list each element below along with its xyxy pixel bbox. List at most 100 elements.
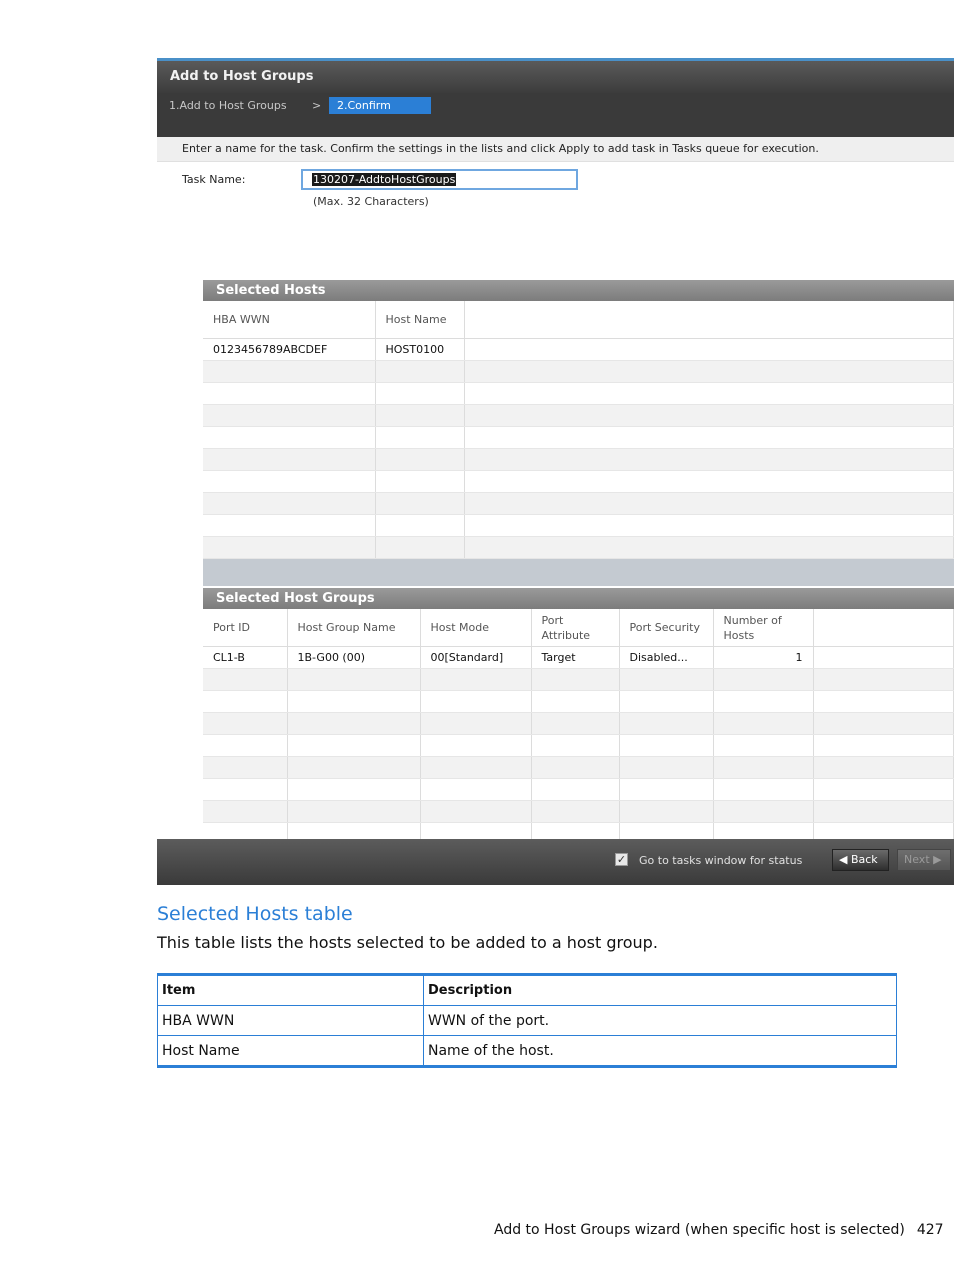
empty-cell xyxy=(203,426,376,449)
column-header-empty xyxy=(464,301,954,339)
empty-cell xyxy=(713,778,814,801)
table-row: Host Name Name of the host. xyxy=(157,1035,897,1067)
task-name-value: 130207-AddtoHostGroups xyxy=(312,173,457,186)
empty-cell xyxy=(420,756,532,779)
cell-host-name: HOST0100 xyxy=(375,338,465,361)
empty-cell xyxy=(619,712,714,735)
empty-cell xyxy=(464,448,954,471)
empty-cell xyxy=(203,690,288,713)
empty-cell xyxy=(420,800,532,823)
cell-item: HBA WWN xyxy=(157,1005,424,1036)
empty-cell xyxy=(464,470,954,493)
column-header-port-attribute[interactable]: Port Attribute xyxy=(531,609,620,647)
empty-cell xyxy=(813,690,954,713)
go-to-tasks-checkbox[interactable]: ✓ xyxy=(615,853,628,866)
cell-host-mode: 00[Standard] xyxy=(420,646,532,669)
empty-cell xyxy=(420,668,532,691)
column-header-port-security[interactable]: Port Security xyxy=(619,609,714,647)
wizard-step-2-current: 2.Confirm xyxy=(329,97,431,114)
selected-hosts-title: Selected Hosts xyxy=(203,280,954,301)
empty-cell xyxy=(531,712,620,735)
empty-cell xyxy=(531,800,620,823)
next-button-label: Next xyxy=(904,853,930,866)
cell-port-security: Disabled... xyxy=(619,646,714,669)
empty-cell xyxy=(464,404,954,427)
empty-cell xyxy=(713,734,814,757)
cell-number-of-hosts: 1 xyxy=(713,646,814,669)
empty-cell xyxy=(813,734,954,757)
column-header-port-id[interactable]: Port ID xyxy=(203,609,288,647)
empty-cell xyxy=(420,712,532,735)
wizard-step-1[interactable]: 1.Add to Host Groups xyxy=(169,99,287,112)
empty-cell xyxy=(203,514,376,537)
cell-item: Host Name xyxy=(157,1035,424,1067)
empty-table-row xyxy=(203,712,954,735)
empty-table-row xyxy=(203,514,954,537)
empty-table-row xyxy=(203,800,954,823)
empty-cell xyxy=(713,800,814,823)
empty-table-row xyxy=(203,690,954,713)
back-button-label: Back xyxy=(850,853,878,866)
empty-cell xyxy=(619,800,714,823)
empty-cell xyxy=(619,756,714,779)
empty-cell xyxy=(287,668,421,691)
table-row[interactable]: 0123456789ABCDEF HOST0100 xyxy=(203,338,954,361)
add-to-host-groups-dialog: Add to Host Groups 1.Add to Host Groups … xyxy=(157,58,954,885)
empty-cell xyxy=(287,690,421,713)
empty-table-row xyxy=(203,536,954,559)
empty-cell xyxy=(813,756,954,779)
column-header-host-group-name[interactable]: Host Group Name xyxy=(287,609,421,647)
cell-hba-wwn: 0123456789ABCDEF xyxy=(203,338,376,361)
empty-table-row xyxy=(203,360,954,383)
empty-cell xyxy=(203,756,288,779)
empty-cell xyxy=(203,360,376,383)
empty-table-row xyxy=(203,426,954,449)
empty-cell xyxy=(813,800,954,823)
task-name-hint: (Max. 32 Characters) xyxy=(313,195,429,208)
column-header-empty xyxy=(813,609,954,647)
empty-table-row xyxy=(203,668,954,691)
grid-header-row: HBA WWN Host Name xyxy=(203,301,954,339)
next-button[interactable]: Next ▶ xyxy=(897,849,951,871)
column-header-host-name[interactable]: Host Name xyxy=(375,301,465,339)
empty-table-row xyxy=(203,382,954,405)
empty-cell xyxy=(287,756,421,779)
cell-empty xyxy=(813,646,954,669)
selected-host-groups-grid: Port ID Host Group Name Host Mode Port A… xyxy=(203,609,954,867)
empty-cell xyxy=(203,382,376,405)
empty-cell xyxy=(375,470,465,493)
empty-table-row xyxy=(203,756,954,779)
section-title: Selected Hosts table xyxy=(157,903,353,925)
empty-cell xyxy=(713,712,814,735)
empty-cell xyxy=(203,448,376,471)
empty-cell xyxy=(287,778,421,801)
selected-hosts-panel: Selected Hosts HBA WWN Host Name 0123456… xyxy=(203,280,954,586)
cell-port-attribute: Target xyxy=(531,646,620,669)
empty-cell xyxy=(531,778,620,801)
header-description: Description xyxy=(423,974,897,1006)
empty-cell xyxy=(203,668,288,691)
chevron-left-icon: ◀ xyxy=(839,853,848,866)
task-name-input[interactable]: 130207-AddtoHostGroups xyxy=(301,169,578,190)
cell-empty xyxy=(464,338,954,361)
column-header-hba-wwn[interactable]: HBA WWN xyxy=(203,301,376,339)
table-row[interactable]: CL1-B 1B-G00 (00) 00[Standard] Target Di… xyxy=(203,646,954,669)
empty-cell xyxy=(420,690,532,713)
empty-cell xyxy=(375,360,465,383)
table-row: HBA WWN WWN of the port. xyxy=(157,1005,897,1036)
empty-cell xyxy=(813,778,954,801)
cell-host-group-name: 1B-G00 (00) xyxy=(287,646,421,669)
empty-cell xyxy=(203,712,288,735)
footer-text: Add to Host Groups wizard (when specific… xyxy=(494,1222,905,1238)
empty-cell xyxy=(203,404,376,427)
header-item: Item xyxy=(157,974,424,1006)
empty-cell xyxy=(203,778,288,801)
empty-cell xyxy=(375,382,465,405)
empty-cell xyxy=(464,426,954,449)
back-button[interactable]: ◀ Back xyxy=(832,849,889,871)
column-header-host-mode[interactable]: Host Mode xyxy=(420,609,532,647)
page-number: 427 xyxy=(916,1222,944,1238)
column-header-number-of-hosts[interactable]: Number of Hosts xyxy=(713,609,814,647)
empty-cell xyxy=(375,448,465,471)
chevron-right-icon: ▶ xyxy=(933,853,942,866)
